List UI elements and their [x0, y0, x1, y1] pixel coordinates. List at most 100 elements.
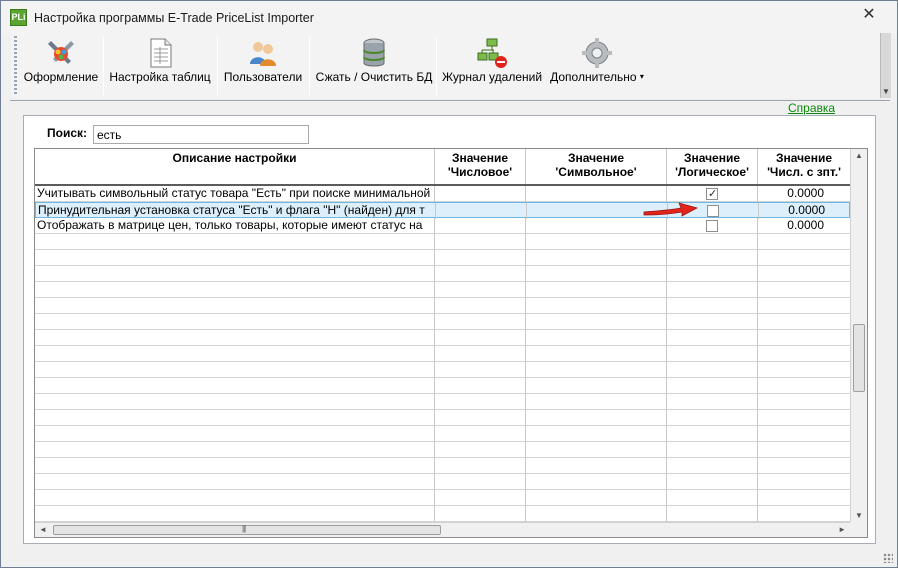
table-row[interactable] [35, 506, 850, 522]
header-symbolic[interactable]: Значение 'Символьное' [526, 149, 667, 184]
cell-description[interactable] [35, 314, 435, 330]
cell-symbolic[interactable] [526, 266, 667, 282]
table-row[interactable]: Учитывать символьный статус товара "Есть… [35, 186, 850, 202]
cell-numeric[interactable] [435, 362, 526, 378]
cell-description[interactable] [35, 426, 435, 442]
cell-numeric[interactable] [435, 378, 526, 394]
cell-logical[interactable] [667, 314, 758, 330]
cell-numeric[interactable] [435, 298, 526, 314]
cell-decimal[interactable] [758, 458, 850, 474]
cell-description[interactable] [35, 506, 435, 522]
cell-symbolic[interactable] [526, 250, 667, 266]
cell-decimal[interactable] [758, 378, 850, 394]
cell-decimal[interactable] [758, 266, 850, 282]
cell-logical[interactable] [667, 506, 758, 522]
toolbar-grip[interactable] [14, 36, 17, 96]
cell-numeric[interactable] [435, 490, 526, 506]
cell-decimal[interactable] [758, 298, 850, 314]
users-button[interactable]: Пользователи [222, 33, 304, 98]
vertical-scroll-thumb[interactable] [853, 324, 865, 392]
cell-logical[interactable] [667, 426, 758, 442]
cell-symbolic[interactable] [526, 474, 667, 490]
header-numeric[interactable]: Значение 'Числовое' [435, 149, 526, 184]
cell-symbolic[interactable] [526, 394, 667, 410]
cell-numeric[interactable] [435, 186, 526, 202]
compress-db-button[interactable]: Сжать / Очистить БД [314, 33, 434, 98]
cell-symbolic[interactable] [526, 234, 667, 250]
deletion-log-button[interactable]: Журнал удалений [441, 33, 543, 98]
cell-description[interactable] [35, 266, 435, 282]
table-row[interactable] [35, 362, 850, 378]
cell-symbolic[interactable] [526, 362, 667, 378]
cell-description[interactable] [35, 394, 435, 410]
cell-numeric[interactable] [435, 218, 526, 234]
cell-logical[interactable] [667, 282, 758, 298]
cell-decimal[interactable] [758, 442, 850, 458]
cell-symbolic[interactable] [526, 490, 667, 506]
cell-decimal[interactable]: 0.0000 [758, 218, 850, 234]
cell-description[interactable] [35, 234, 435, 250]
cell-description[interactable] [35, 346, 435, 362]
logical-checkbox[interactable] [706, 220, 718, 232]
table-row[interactable] [35, 298, 850, 314]
cell-decimal[interactable] [758, 474, 850, 490]
table-row[interactable] [35, 282, 850, 298]
scroll-up-icon[interactable]: ▲ [855, 151, 863, 160]
cell-description[interactable]: Отображать в матрице цен, только товары,… [35, 218, 435, 234]
close-button[interactable]: ✕ [861, 7, 877, 23]
cell-description[interactable] [35, 282, 435, 298]
cell-decimal[interactable] [758, 282, 850, 298]
cell-logical[interactable] [667, 458, 758, 474]
table-row[interactable] [35, 330, 850, 346]
scroll-right-icon[interactable]: ► [838, 525, 846, 534]
cell-symbolic[interactable] [526, 458, 667, 474]
cell-description[interactable] [35, 378, 435, 394]
cell-numeric[interactable] [435, 314, 526, 330]
appearance-button[interactable]: Оформление [23, 33, 99, 98]
cell-logical[interactable] [667, 474, 758, 490]
cell-logical[interactable] [667, 346, 758, 362]
cell-symbolic[interactable] [526, 442, 667, 458]
cell-description[interactable] [35, 362, 435, 378]
horizontal-scroll-thumb[interactable]: ||| [53, 524, 441, 535]
cell-numeric[interactable] [435, 410, 526, 426]
cell-logical[interactable] [667, 266, 758, 282]
table-row[interactable] [35, 410, 850, 426]
table-row[interactable] [35, 346, 850, 362]
cell-symbolic[interactable] [526, 282, 667, 298]
header-decimal[interactable]: Значение 'Числ. с зпт.' [758, 149, 850, 184]
additional-button[interactable]: Дополнительно ▾ [547, 33, 647, 98]
cell-numeric[interactable] [435, 250, 526, 266]
table-row[interactable]: Отображать в матрице цен, только товары,… [35, 218, 850, 234]
scroll-left-icon[interactable]: ◄ [39, 525, 47, 534]
cell-description[interactable] [35, 298, 435, 314]
cell-decimal[interactable] [758, 394, 850, 410]
cell-numeric[interactable] [435, 474, 526, 490]
table-row[interactable] [35, 442, 850, 458]
cell-decimal[interactable]: 0.0000 [759, 203, 851, 219]
cell-symbolic[interactable] [526, 426, 667, 442]
cell-logical[interactable] [667, 234, 758, 250]
cell-description[interactable]: Учитывать символьный статус товара "Есть… [35, 186, 435, 202]
cell-numeric[interactable] [435, 442, 526, 458]
table-row[interactable] [35, 314, 850, 330]
table-row[interactable] [35, 378, 850, 394]
cell-description[interactable] [35, 490, 435, 506]
cell-description[interactable] [35, 458, 435, 474]
cell-numeric[interactable] [435, 330, 526, 346]
cell-logical[interactable] [667, 218, 758, 234]
table-row[interactable] [35, 394, 850, 410]
cell-numeric[interactable] [436, 203, 527, 219]
vertical-scrollbar[interactable]: ▲ ▼ [850, 149, 867, 522]
cell-symbolic[interactable] [526, 314, 667, 330]
cell-symbolic[interactable] [526, 330, 667, 346]
cell-logical[interactable] [667, 330, 758, 346]
cell-decimal[interactable] [758, 346, 850, 362]
cell-decimal[interactable] [758, 410, 850, 426]
cell-symbolic[interactable] [526, 506, 667, 522]
cell-logical[interactable] [667, 362, 758, 378]
table-row[interactable] [35, 490, 850, 506]
cell-logical[interactable] [667, 394, 758, 410]
cell-logical[interactable] [667, 442, 758, 458]
cell-logical[interactable] [667, 410, 758, 426]
